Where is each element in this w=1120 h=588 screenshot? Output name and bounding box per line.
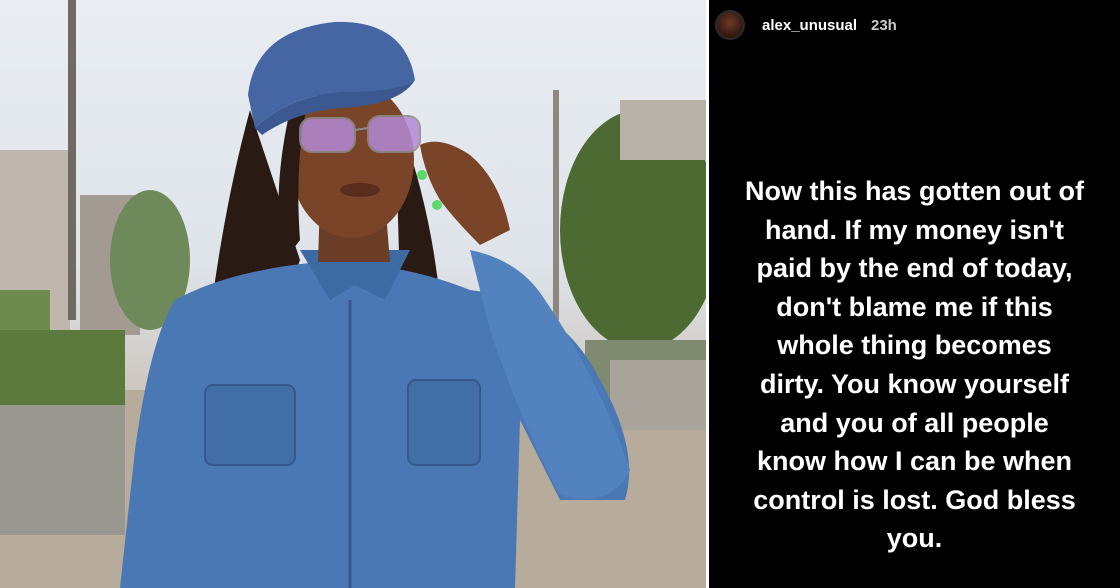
story-text-line: and you of all people [780,407,1049,438]
story-text-line: control is lost. God bless [753,484,1076,515]
photo-panel [0,0,706,588]
story-header: alex_unusual 23h [709,6,1120,44]
story-username[interactable]: alex_unusual [762,17,857,34]
story-text-line: paid by the end of today, [756,253,1073,284]
woman-in-denim-photo [0,0,706,588]
avatar[interactable] [715,10,745,40]
story-text-line: dirty. You know yourself [759,368,1070,399]
story-text: Now this has gotten out of hand. If my m… [709,172,1120,558]
story-text-line: know how I can be when [756,446,1073,477]
instagram-story: alex_unusual 23h Now this has gotten out… [709,0,1120,588]
story-text-line: hand. If my money isn't [765,214,1064,245]
story-text-line: Now this has gotten out of [745,176,1084,206]
story-text-line: don't blame me if this [776,291,1053,322]
story-text-line: whole thing becomes [777,330,1052,361]
story-timestamp: 23h [871,17,897,34]
story-text-line: you. [886,523,943,554]
